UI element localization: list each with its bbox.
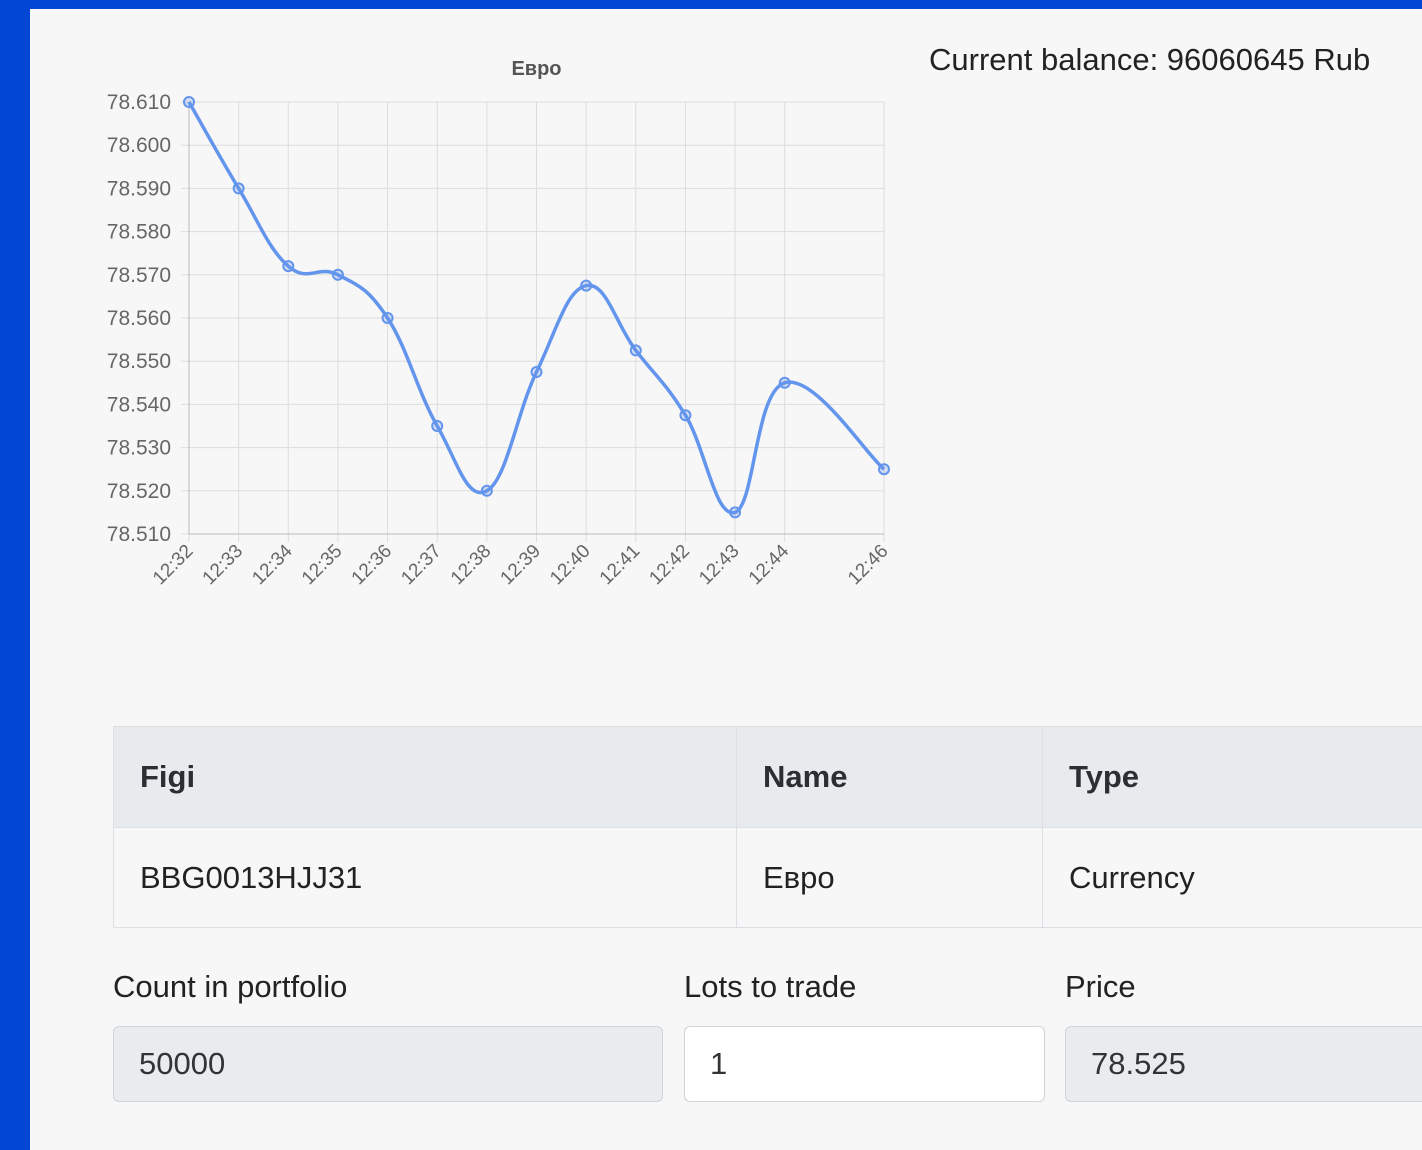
x-tick-label: 12:36 (348, 541, 396, 589)
cell-type: Currency (1042, 827, 1422, 928)
y-tick-label: 78.570 (107, 264, 171, 287)
x-tick-label: 12:46 (844, 541, 892, 589)
x-tick-label: 12:40 (546, 541, 594, 589)
x-tick-label: 12:33 (199, 541, 247, 589)
y-tick-label: 78.590 (107, 177, 171, 200)
instrument-table: Figi Name Type BBG0013HJJ31 Евро Currenc… (113, 726, 1422, 928)
data-point (530, 366, 543, 378)
count-in-portfolio-field (113, 1026, 663, 1102)
x-tick-label: 12:38 (447, 541, 495, 589)
page-frame: Евро 78.610 78.600 78.590 78.580 78.570 78.560… (30, 9, 1422, 1150)
table-row: BBG0013HJJ31 Евро Currency (113, 827, 1422, 928)
y-tick-label: 78.510 (107, 523, 171, 546)
data-point (679, 409, 692, 422)
data-point (183, 96, 195, 108)
table-header-row: Figi Name Type (113, 726, 1422, 828)
data-point (480, 484, 493, 497)
count-in-portfolio-label: Count in portfolio (113, 969, 348, 1004)
cell-figi: BBG0013HJJ31 (113, 827, 737, 928)
y-tick-label: 78.580 (107, 221, 171, 244)
x-tick-label: 12:35 (298, 541, 346, 589)
data-point (431, 420, 444, 432)
x-tick-label: 12:41 (596, 541, 644, 589)
data-point (232, 182, 245, 195)
y-tick-label: 78.600 (107, 134, 171, 157)
current-balance: Current balance: 96060645 Rub (929, 42, 1371, 77)
column-header-type: Type (1042, 726, 1422, 828)
cell-name: Евро (736, 827, 1043, 928)
column-header-figi: Figi (113, 726, 737, 828)
x-tick-label: 12:43 (695, 541, 743, 589)
y-tick-label: 78.540 (107, 393, 171, 416)
data-point (282, 260, 295, 273)
y-tick-label: 78.520 (107, 480, 171, 503)
data-point (381, 312, 394, 324)
y-tick-label: 78.550 (107, 350, 171, 373)
data-point (629, 344, 642, 357)
y-tick-label: 78.560 (107, 307, 171, 330)
x-tick-label: 12:39 (497, 541, 545, 589)
price-field (1065, 1026, 1422, 1102)
data-point (331, 268, 344, 281)
lots-to-trade-input[interactable] (684, 1026, 1045, 1102)
x-tick-label: 12:37 (397, 541, 445, 589)
chart-title: Евро (511, 58, 561, 80)
y-tick-label: 78.610 (107, 91, 171, 114)
price-chart: Евро 78.610 78.600 78.590 78.580 78.570 78.560… (107, 58, 893, 589)
x-tick-label: 12:32 (149, 541, 197, 589)
x-tick-label: 12:44 (745, 540, 794, 589)
data-point (778, 376, 791, 389)
data-point (878, 463, 890, 476)
x-tick-label: 12:34 (248, 540, 297, 589)
x-tick-label: 12:42 (645, 541, 693, 589)
column-header-name: Name (736, 726, 1043, 828)
price-label: Price (1065, 969, 1136, 1004)
lots-to-trade-label: Lots to trade (684, 969, 857, 1004)
data-point (729, 506, 742, 519)
y-tick-label: 78.530 (107, 437, 171, 460)
data-point (580, 279, 593, 292)
